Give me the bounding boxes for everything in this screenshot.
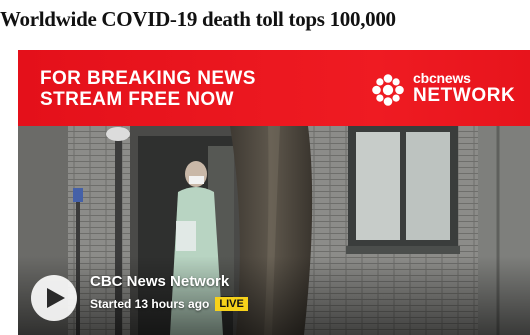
article-headline: Worldwide COVID-19 death toll tops 100,0… — [0, 7, 396, 31]
play-icon — [47, 288, 65, 308]
cbc-news-network-wordmark: cbcnews NETWORK — [413, 71, 515, 106]
stream-meta: Started 13 hours ago LIVE — [90, 297, 248, 311]
video-player[interactable]: FOR BREAKING NEWS STREAM FREE NOW cbcnew… — [18, 50, 530, 335]
promo-line-1: FOR BREAKING NEWS — [40, 68, 256, 89]
live-badge: LIVE — [215, 297, 248, 311]
channel-name[interactable]: CBC News Network — [90, 273, 229, 290]
promo-line-2: STREAM FREE NOW — [40, 89, 234, 110]
brand-bottom-text: NETWORK — [413, 85, 516, 106]
started-time: Started 13 hours ago — [90, 297, 210, 311]
promo-text: FOR BREAKING NEWS STREAM FREE NOW — [40, 68, 256, 110]
cbc-gem-icon — [372, 74, 404, 106]
promo-banner[interactable]: FOR BREAKING NEWS STREAM FREE NOW cbcnew… — [18, 50, 530, 126]
play-button[interactable] — [31, 275, 77, 321]
brand-top-text: cbcnews — [413, 70, 471, 86]
